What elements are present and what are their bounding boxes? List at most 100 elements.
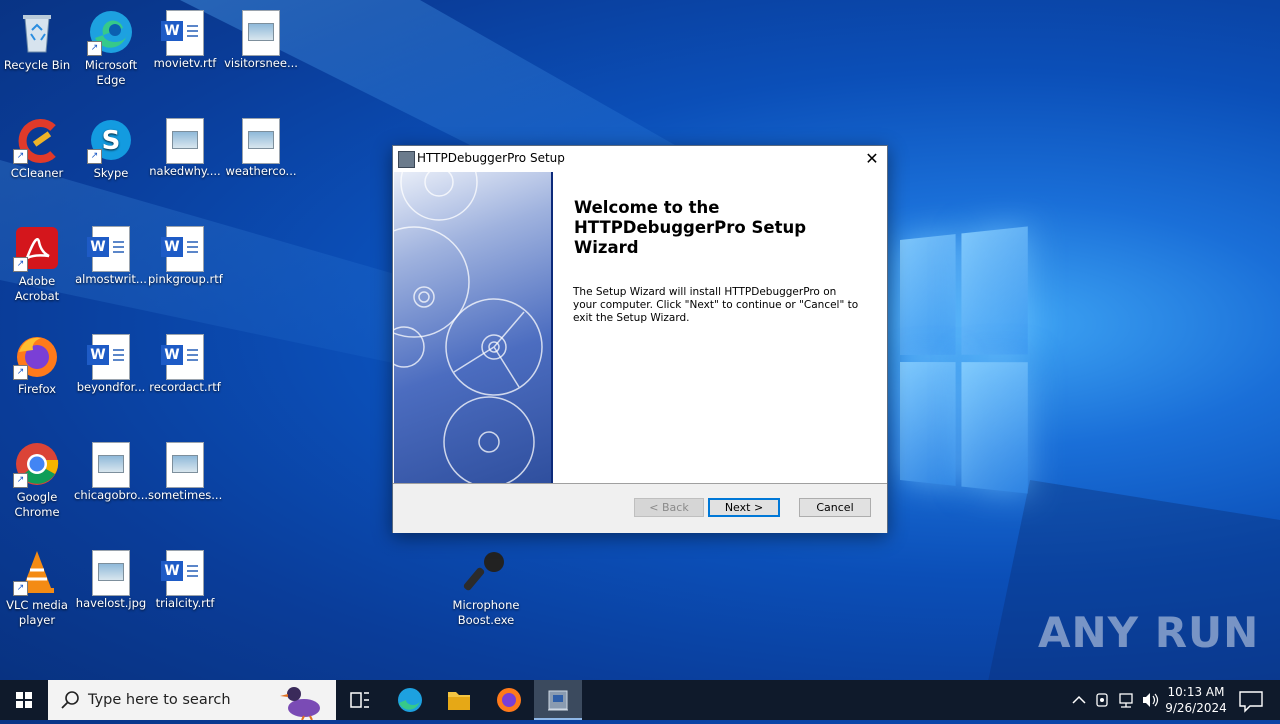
desktop-icon-label: VLC media player — [6, 598, 68, 627]
ccleaner-icon: ↗ — [13, 116, 61, 164]
desktop-icon-microphone-boost[interactable]: Microphone Boost.exe — [449, 548, 523, 628]
tray-overflow-chevron-icon[interactable] — [1072, 695, 1086, 704]
vlc-cone-icon: ↗ — [13, 548, 61, 596]
desktop-icon-recycle-bin[interactable]: Recycle Bin — [0, 8, 74, 73]
setup-wizard-dialog: HTTPDebuggerPro Setup ✕ Welcome to the H… — [392, 145, 888, 533]
desktop-icon-skype[interactable]: S ↗ Skype — [74, 116, 148, 181]
desktop-icon-sometimes[interactable]: sometimes... — [148, 440, 222, 503]
image-file-icon — [166, 118, 204, 164]
shortcut-arrow-icon: ↗ — [13, 581, 28, 596]
recycle-bin-icon — [13, 8, 61, 56]
network-icon[interactable] — [1119, 693, 1133, 708]
desktop-icon-label: Skype — [93, 166, 129, 180]
desktop-icon-label: havelost.jpg — [75, 596, 147, 610]
desktop-icon-label: recordact.rtf — [149, 380, 221, 394]
desktop-icon-label: Microphone Boost.exe — [452, 598, 520, 627]
installer-icon — [398, 151, 415, 168]
close-icon[interactable]: ✕ — [857, 146, 887, 171]
back-button[interactable]: < Back — [634, 498, 704, 517]
gears-artwork — [394, 172, 543, 483]
desktop-icon-havelost[interactable]: havelost.jpg — [74, 548, 148, 611]
taskbar-edge[interactable] — [386, 680, 434, 720]
notification-icon — [1239, 691, 1263, 713]
acrobat-icon: ↗ — [13, 224, 61, 272]
desktop-icon-label: pinkgroup.rtf — [148, 272, 223, 286]
word-document-icon: W — [161, 334, 204, 380]
desktop-icon-movietv[interactable]: W movietv.rtf — [148, 8, 222, 71]
taskbar-search-box[interactable]: Type here to search — [48, 680, 336, 720]
desktop-icon-almostwrit[interactable]: W almostwrit... — [74, 224, 148, 287]
desktop-icon-recordact[interactable]: W recordact.rtf — [148, 332, 222, 395]
search-highlight-bird-icon — [280, 687, 320, 720]
desktop-icon-label: movietv.rtf — [153, 56, 217, 70]
wizard-description: The Setup Wizard will install HTTPDebugg… — [573, 286, 859, 324]
image-file-icon — [242, 118, 280, 164]
desktop-icon-beyondfor[interactable]: W beyondfor... — [74, 332, 148, 395]
volume-icon[interactable] — [1143, 693, 1159, 707]
meet-now-icon[interactable] — [1096, 693, 1108, 707]
image-file-icon — [242, 10, 280, 56]
cancel-button[interactable]: Cancel — [799, 498, 871, 517]
firefox-icon — [497, 688, 521, 712]
microphone-icon — [462, 548, 510, 596]
desktop-icon-trialcity[interactable]: W trialcity.rtf — [148, 548, 222, 611]
desktop-icon-label: CCleaner — [10, 166, 64, 180]
desktop-icon-label: Adobe Acrobat — [14, 274, 60, 303]
desktop-icon-label: almostwrit... — [75, 272, 147, 286]
folder-icon — [448, 692, 470, 710]
shortcut-arrow-icon: ↗ — [13, 365, 28, 380]
desktop-icon-weatherco[interactable]: weatherco... — [224, 116, 298, 179]
desktop-icon-label: nakedwhy.... — [149, 164, 221, 178]
desktop-icon-ccleaner[interactable]: ↗ CCleaner — [0, 116, 74, 181]
next-button[interactable]: Next > — [708, 498, 780, 517]
word-document-icon: W — [161, 550, 204, 596]
windows-start-icon — [16, 692, 32, 708]
wizard-banner-image — [394, 172, 552, 483]
desktop-icon-label: sometimes... — [148, 488, 223, 502]
taskbar-clock[interactable]: 10:13 AM 9/26/2024 — [1160, 684, 1232, 716]
desktop-icon-adobe-acrobat[interactable]: ↗ Adobe Acrobat — [0, 224, 74, 304]
shortcut-arrow-icon: ↗ — [87, 41, 102, 56]
clock-date: 9/26/2024 — [1165, 701, 1227, 715]
firefox-icon: ↗ — [13, 332, 61, 380]
desktop-icon-firefox[interactable]: ↗ Firefox — [0, 332, 74, 397]
desktop-icon-label: trialcity.rtf — [155, 596, 215, 610]
chrome-icon: ↗ — [13, 440, 61, 488]
shortcut-arrow-icon: ↗ — [87, 149, 102, 164]
image-file-icon — [92, 442, 130, 488]
banner-divider — [551, 172, 553, 483]
desktop-icon-nakedwhy[interactable]: nakedwhy.... — [148, 116, 222, 179]
desktop-icon-edge[interactable]: ↗ Microsoft Edge — [74, 8, 148, 88]
word-document-icon: W — [161, 10, 204, 56]
image-file-icon — [92, 550, 130, 596]
svg-text:S: S — [102, 126, 121, 156]
anyrun-watermark: ANY RUN — [1038, 608, 1260, 657]
desktop-icon-label: Recycle Bin — [3, 58, 71, 72]
taskbar-firefox[interactable] — [485, 680, 533, 720]
search-input[interactable]: Type here to search — [88, 692, 231, 708]
desktop-icon-visitorsnee[interactable]: visitorsnee... — [224, 8, 298, 71]
clock-time: 10:13 AM — [1167, 685, 1225, 699]
dialog-button-bar: < Back Next > Cancel — [393, 483, 887, 533]
task-view-button[interactable] — [336, 680, 384, 720]
desktop-icon-google-chrome[interactable]: ↗ Google Chrome — [0, 440, 74, 520]
taskbar-setup-installer[interactable] — [534, 680, 582, 720]
skype-icon: S ↗ — [87, 116, 135, 164]
desktop-icon-label: beyondfor... — [76, 380, 146, 394]
desktop-icon-label: Microsoft Edge — [84, 58, 138, 87]
action-center-button[interactable] — [1236, 680, 1266, 720]
desktop-icon-chicagobro[interactable]: chicagobro... — [74, 440, 148, 503]
desktop-icon-label: Google Chrome — [14, 490, 60, 519]
dialog-titlebar[interactable]: HTTPDebuggerPro Setup ✕ — [393, 146, 887, 171]
shortcut-arrow-icon: ↗ — [13, 149, 28, 164]
desktop-icon-label: chicagobro... — [74, 488, 149, 502]
desktop-icon-pinkgroup[interactable]: W pinkgroup.rtf — [148, 224, 223, 287]
desktop-icon-vlc[interactable]: ↗ VLC media player — [0, 548, 74, 628]
dialog-title: HTTPDebuggerPro Setup — [417, 151, 565, 165]
wizard-heading: Welcome to the HTTPDebuggerPro Setup Wiz… — [574, 198, 807, 257]
windows-logo-wallpaper — [900, 226, 1028, 494]
taskbar-file-explorer[interactable] — [435, 680, 483, 720]
start-button[interactable] — [0, 680, 48, 720]
task-view-icon — [350, 692, 369, 708]
taskbar: Type here to search 10:13 AM 9/26/2024 — [0, 680, 1280, 720]
